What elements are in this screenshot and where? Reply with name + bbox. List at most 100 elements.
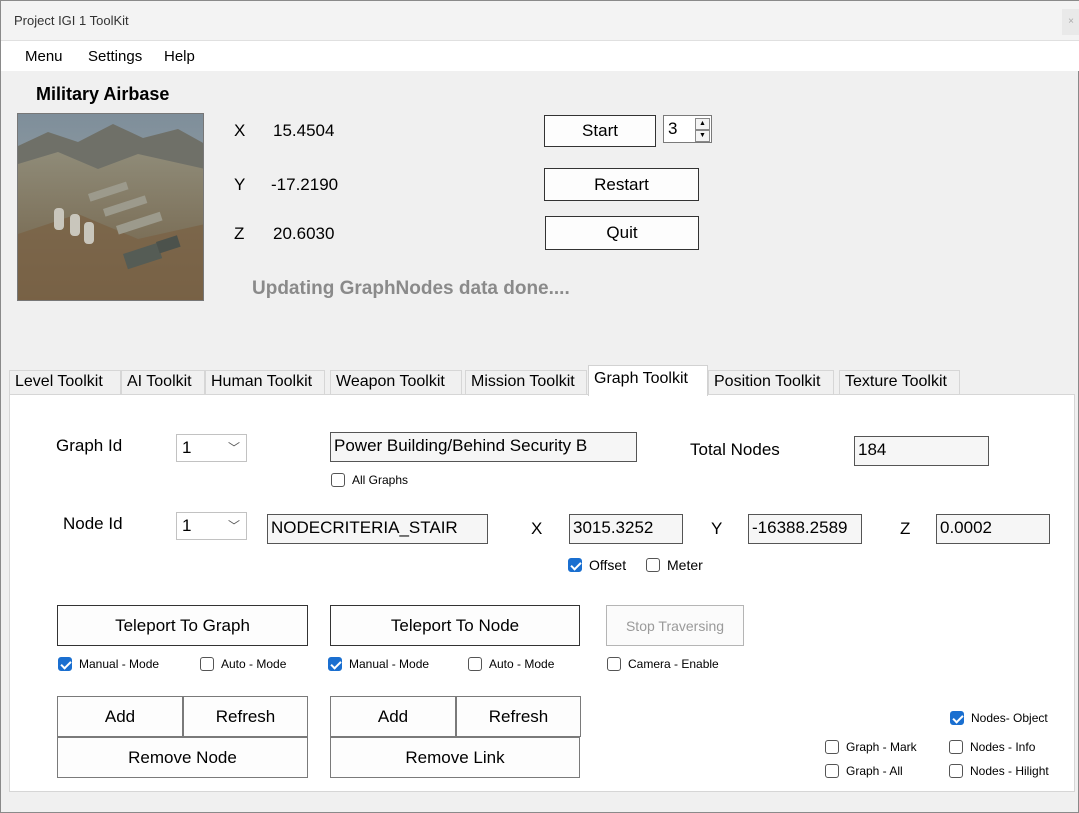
tab-texture-toolkit[interactable]: Texture Toolkit bbox=[839, 370, 960, 395]
offset-box bbox=[568, 558, 582, 572]
menu-item-settings[interactable]: Settings bbox=[88, 48, 142, 65]
node-id-value: 1 bbox=[182, 516, 192, 535]
graph-id-select[interactable]: 1 ﹀ bbox=[176, 434, 247, 462]
all-graphs-label: All Graphs bbox=[352, 473, 409, 487]
node-auto-mode-label: Auto - Mode bbox=[489, 657, 555, 671]
node-id-label: Node Id bbox=[63, 514, 123, 533]
meter-checkbox[interactable]: Meter bbox=[646, 557, 703, 573]
node-manual-mode-checkbox[interactable]: Manual - Mode bbox=[328, 657, 429, 671]
meter-label: Meter bbox=[667, 557, 703, 573]
nodes-info-checkbox[interactable]: Nodes - Info bbox=[949, 740, 1035, 754]
status-message: Updating GraphNodes data done.... bbox=[252, 278, 570, 299]
restart-button[interactable]: Restart bbox=[544, 168, 699, 201]
node-auto-mode-box bbox=[468, 657, 482, 671]
node-auto-mode-checkbox[interactable]: Auto - Mode bbox=[468, 657, 554, 671]
graph-manual-mode-checkbox[interactable]: Manual - Mode bbox=[58, 657, 159, 671]
z-value: 20.6030 bbox=[273, 224, 335, 243]
graph-name-field[interactable]: Power Building/Behind Security B bbox=[330, 432, 637, 462]
z-label: Z bbox=[234, 224, 245, 243]
offset-checkbox[interactable]: Offset bbox=[568, 557, 626, 573]
node-x-field[interactable]: 3015.3252 bbox=[569, 514, 683, 544]
close-icon[interactable]: × bbox=[1062, 9, 1079, 35]
graph-mark-label: Graph - Mark bbox=[846, 740, 917, 754]
graph-add-button[interactable]: Add bbox=[57, 696, 183, 737]
y-label: Y bbox=[234, 175, 246, 194]
node-x-label: X bbox=[531, 519, 543, 538]
tab-mission-toolkit[interactable]: Mission Toolkit bbox=[465, 370, 587, 395]
level-number-value: 3 bbox=[668, 119, 678, 138]
total-nodes-field[interactable]: 184 bbox=[854, 436, 989, 466]
stop-traversing-button[interactable]: Stop Traversing bbox=[606, 605, 744, 646]
level-title: Military Airbase bbox=[36, 84, 170, 104]
node-z-label: Z bbox=[900, 519, 911, 538]
node-id-select[interactable]: 1 ﹀ bbox=[176, 512, 247, 540]
total-nodes-label: Total Nodes bbox=[690, 440, 780, 459]
spin-up-icon[interactable]: ▲ bbox=[695, 118, 710, 130]
camera-enable-checkbox[interactable]: Camera - Enable bbox=[607, 657, 719, 671]
nodes-hilight-checkbox[interactable]: Nodes - Hilight bbox=[949, 764, 1049, 778]
x-label: X bbox=[234, 121, 246, 140]
nodes-hilight-label: Nodes - Hilight bbox=[970, 764, 1049, 778]
graph-all-checkbox[interactable]: Graph - All bbox=[825, 764, 903, 778]
node-y-field[interactable]: -16388.2589 bbox=[748, 514, 862, 544]
nodes-object-checkbox[interactable]: Nodes- Object bbox=[950, 711, 1048, 725]
x-value: 15.4504 bbox=[273, 121, 335, 140]
remove-node-button[interactable]: Remove Node bbox=[57, 737, 308, 778]
nodes-object-box bbox=[950, 711, 964, 725]
tab-position-toolkit[interactable]: Position Toolkit bbox=[708, 370, 834, 395]
tab-ai-toolkit[interactable]: AI Toolkit bbox=[121, 370, 205, 395]
node-refresh-button[interactable]: Refresh bbox=[456, 696, 581, 737]
nodes-object-label: Nodes- Object bbox=[971, 711, 1048, 725]
quit-button[interactable]: Quit bbox=[545, 216, 699, 250]
camera-enable-box bbox=[607, 657, 621, 671]
graph-manual-mode-label: Manual - Mode bbox=[79, 657, 160, 671]
node-manual-mode-box bbox=[328, 657, 342, 671]
chevron-down-icon: ﹀ bbox=[227, 519, 240, 533]
nodes-info-box bbox=[949, 740, 963, 754]
nodes-hilight-box bbox=[949, 764, 963, 778]
graph-all-box bbox=[825, 764, 839, 778]
window-title: Project IGI 1 ToolKit bbox=[14, 13, 129, 28]
menu-item-help[interactable]: Help bbox=[164, 48, 195, 65]
camera-enable-label: Camera - Enable bbox=[628, 657, 719, 671]
offset-label: Offset bbox=[589, 557, 627, 573]
meter-box bbox=[646, 558, 660, 572]
graph-manual-mode-box bbox=[58, 657, 72, 671]
graph-id-label: Graph Id bbox=[56, 436, 123, 455]
nodes-info-label: Nodes - Info bbox=[970, 740, 1036, 754]
graph-id-value: 1 bbox=[182, 438, 192, 457]
tab-weapon-toolkit[interactable]: Weapon Toolkit bbox=[330, 370, 462, 395]
title-bar: Project IGI 1 ToolKit × bbox=[1, 1, 1079, 41]
menu-item-menu[interactable]: Menu bbox=[25, 48, 63, 65]
graph-auto-mode-label: Auto - Mode bbox=[221, 657, 287, 671]
spin-down-icon[interactable]: ▼ bbox=[695, 130, 710, 142]
teleport-to-node-button[interactable]: Teleport To Node bbox=[330, 605, 580, 646]
menu-bar: Menu Settings Help bbox=[1, 41, 1079, 71]
node-manual-mode-label: Manual - Mode bbox=[349, 657, 430, 671]
graph-all-label: Graph - All bbox=[846, 764, 903, 778]
app-window: Project IGI 1 ToolKit × Menu Settings He… bbox=[0, 0, 1079, 813]
tab-level-toolkit[interactable]: Level Toolkit bbox=[9, 370, 121, 395]
remove-link-button[interactable]: Remove Link bbox=[330, 737, 580, 778]
graph-mark-box bbox=[825, 740, 839, 754]
tab-human-toolkit[interactable]: Human Toolkit bbox=[205, 370, 325, 395]
all-graphs-checkbox[interactable]: All Graphs bbox=[331, 473, 408, 487]
start-button[interactable]: Start bbox=[544, 115, 656, 147]
node-criteria-field[interactable]: NODECRITERIA_STAIR bbox=[267, 514, 488, 544]
graph-refresh-button[interactable]: Refresh bbox=[183, 696, 308, 737]
teleport-to-graph-button[interactable]: Teleport To Graph bbox=[57, 605, 308, 646]
level-number-spinner[interactable]: 3 ▲ ▼ bbox=[663, 115, 712, 143]
node-add-button[interactable]: Add bbox=[330, 696, 456, 737]
all-graphs-box bbox=[331, 473, 345, 487]
chevron-down-icon: ﹀ bbox=[227, 441, 240, 455]
tab-strip: Level Toolkit AI Toolkit Human Toolkit W… bbox=[9, 365, 1069, 396]
level-preview-picture bbox=[18, 114, 203, 300]
level-preview-image bbox=[17, 113, 204, 301]
graph-auto-mode-checkbox[interactable]: Auto - Mode bbox=[200, 657, 286, 671]
graph-auto-mode-box bbox=[200, 657, 214, 671]
tab-graph-toolkit[interactable]: Graph Toolkit bbox=[588, 365, 708, 396]
graph-mark-checkbox[interactable]: Graph - Mark bbox=[825, 740, 917, 754]
y-value: -17.2190 bbox=[271, 175, 339, 194]
node-y-label: Y bbox=[711, 519, 723, 538]
node-z-field[interactable]: 0.0002 bbox=[936, 514, 1050, 544]
